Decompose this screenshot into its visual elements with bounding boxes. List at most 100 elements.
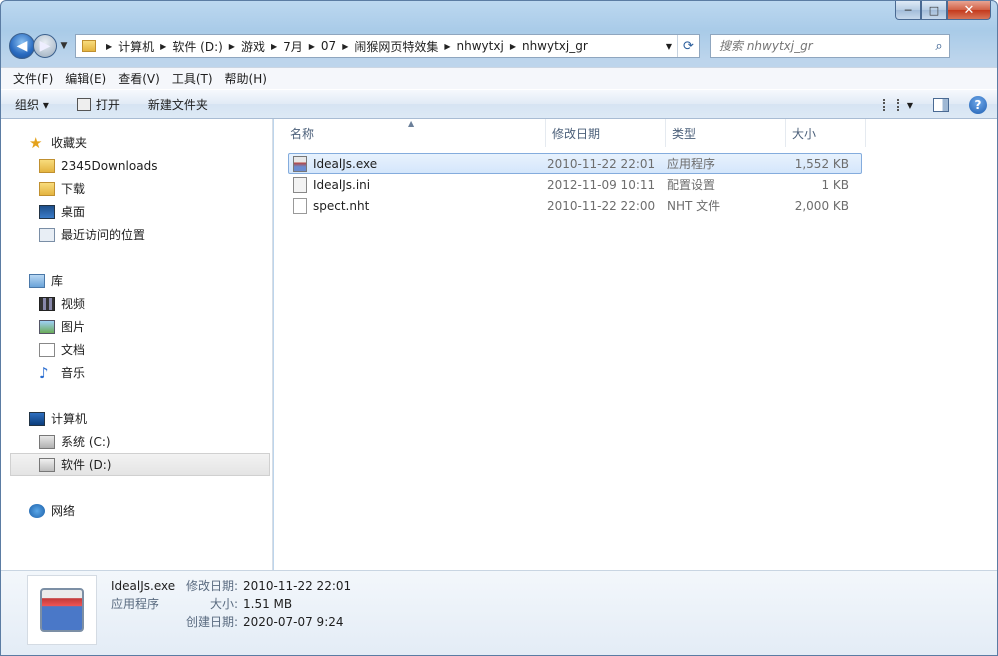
search-input[interactable] <box>711 36 929 56</box>
details-created-value: 2020-07-07 9:24 <box>243 615 344 629</box>
downloads-folder-icon <box>39 181 55 196</box>
minimize-button[interactable]: ─ <box>895 1 921 20</box>
menu-view[interactable]: 查看(V) <box>118 70 160 87</box>
details-file-name: IdealJs.exe <box>111 579 176 593</box>
details-pane: IdealJs.exe 修改日期: 2010-11-22 22:01 应用程序 … <box>1 570 997 655</box>
nav-documents[interactable]: 文档 <box>1 338 272 361</box>
search-icon[interactable]: ⌕ <box>929 39 949 54</box>
organize-button[interactable]: 组织 ▾ <box>15 96 49 113</box>
file-row[interactable]: IdealJs.ini 2012-11-09 10:11 配置设置 1 KB <box>288 174 862 195</box>
new-folder-button[interactable]: 新建文件夹 <box>148 96 208 113</box>
open-button[interactable]: 打开 <box>76 96 120 113</box>
recent-pages-dropdown[interactable]: ▼ <box>57 41 71 51</box>
nav-item-label: 桌面 <box>61 205 86 219</box>
details-size-label: 大小: <box>209 597 238 611</box>
preview-pane-icon[interactable] <box>933 98 949 112</box>
nav-item-label: 图片 <box>61 320 86 334</box>
change-view-icon[interactable] <box>882 99 899 111</box>
maximize-button[interactable]: □ <box>921 1 947 20</box>
address-row: ◀ ▶ ▼ ▶ 计算机 ▶ 软件 (D:) ▶ 游戏 ▶ 7月 ▶ 07 ▶ 闹… <box>9 31 989 61</box>
breadcrumb-separator-icon[interactable]: ▶ <box>100 42 118 51</box>
nav-drive-c[interactable]: 系统 (C:) <box>1 430 272 453</box>
nav-item-label: 最近访问的位置 <box>61 228 146 242</box>
column-date-label: 修改日期 <box>552 126 601 141</box>
file-date: 2010-11-22 22:00 <box>547 198 656 213</box>
close-button[interactable]: ✕ <box>947 1 991 20</box>
open-icon <box>76 97 91 111</box>
breadcrumb-separator-icon[interactable]: ▶ <box>154 42 172 51</box>
column-date[interactable]: 修改日期 <box>546 119 666 147</box>
column-type[interactable]: 类型 <box>666 119 786 147</box>
nav-item-label: 下载 <box>61 182 86 196</box>
nav-drive-d[interactable]: 软件 (D:) <box>10 453 270 476</box>
breadcrumb-effects[interactable]: 闹猴网页特效集 <box>354 38 438 55</box>
file-type: 应用程序 <box>667 157 716 171</box>
file-size: 1 KB <box>821 177 849 192</box>
library-icon <box>29 273 45 288</box>
file-thumbnail <box>27 575 97 645</box>
breadcrumb-separator-icon[interactable]: ▶ <box>438 42 456 51</box>
nav-item-label: 系统 (C:) <box>61 435 111 449</box>
nav-favorites[interactable]: ★ 收藏夹 <box>1 131 272 154</box>
caption-buttons: ─ □ ✕ <box>895 1 991 20</box>
nav-music[interactable]: ♪ 音乐 <box>1 361 272 384</box>
help-icon[interactable]: ? <box>969 96 987 114</box>
explorer-window: ─ □ ✕ ◀ ▶ ▼ ▶ 计算机 ▶ 软件 (D:) ▶ 游戏 ▶ 7月 ▶ … <box>0 0 998 656</box>
folder-icon <box>39 158 55 173</box>
open-label: 打开 <box>95 97 120 112</box>
column-header: ▲ 名称 修改日期 类型 大小 <box>274 119 997 147</box>
back-button[interactable]: ◀ <box>9 33 35 59</box>
breadcrumb-july[interactable]: 7月 <box>283 38 303 55</box>
menu-help[interactable]: 帮助(H) <box>225 70 267 87</box>
nav-network[interactable]: 网络 <box>1 499 272 522</box>
breadcrumb-nhwytxj-gr[interactable]: nhwytxj_gr <box>522 39 588 53</box>
view-dropdown-icon[interactable]: ▼ <box>907 101 913 110</box>
nav-2345downloads[interactable]: 2345Downloads <box>1 154 272 177</box>
forward-button[interactable]: ▶ <box>33 34 57 58</box>
column-name[interactable]: ▲ 名称 <box>274 119 546 147</box>
nav-downloads[interactable]: 下载 <box>1 177 272 200</box>
breadcrumb-separator-icon[interactable]: ▶ <box>303 42 321 51</box>
column-size[interactable]: 大小 <box>786 119 866 147</box>
file-row[interactable]: spect.nht 2010-11-22 22:00 NHT 文件 2,000 … <box>288 195 862 216</box>
nav-libraries[interactable]: 库 <box>1 269 272 292</box>
nav-computer[interactable]: 计算机 <box>1 407 272 430</box>
menu-file[interactable]: 文件(F) <box>13 70 53 87</box>
nav-favorites-label: 收藏夹 <box>51 136 88 150</box>
file-type: 配置设置 <box>667 178 716 192</box>
nav-pictures[interactable]: 图片 <box>1 315 272 338</box>
nav-recent-places[interactable]: 最近访问的位置 <box>1 223 272 246</box>
menu-edit[interactable]: 编辑(E) <box>65 70 106 87</box>
breadcrumb-games[interactable]: 游戏 <box>241 38 265 55</box>
column-type-label: 类型 <box>672 126 697 141</box>
details-size-value: 1.51 MB <box>243 597 293 611</box>
computer-icon <box>29 411 45 426</box>
file-name: IdealJs.exe <box>313 156 378 171</box>
column-name-label: 名称 <box>290 126 315 141</box>
file-row[interactable]: IdealJs.exe 2010-11-22 22:01 应用程序 1,552 … <box>288 153 862 174</box>
nav-item-label: 2345Downloads <box>61 158 158 173</box>
pictures-icon <box>39 319 55 334</box>
music-icon: ♪ <box>39 363 49 382</box>
system-drive-icon <box>39 434 55 449</box>
column-size-label: 大小 <box>792 126 817 141</box>
breadcrumb-nhwytxj[interactable]: nhwytxj <box>457 39 504 53</box>
nav-desktop[interactable]: 桌面 <box>1 200 272 223</box>
details-file-kind: 应用程序 <box>111 597 160 611</box>
menu-tools[interactable]: 工具(T) <box>172 70 213 87</box>
breadcrumb-drive-d[interactable]: 软件 (D:) <box>172 38 222 55</box>
nav-videos[interactable]: 视频 <box>1 292 272 315</box>
breadcrumb-computer[interactable]: 计算机 <box>118 38 154 55</box>
nav-item-label: 视频 <box>61 297 86 311</box>
nav-libraries-label: 库 <box>51 274 64 288</box>
breadcrumb-separator-icon[interactable]: ▶ <box>504 42 522 51</box>
file-date: 2012-11-09 10:11 <box>547 177 656 192</box>
breadcrumb-separator-icon[interactable]: ▶ <box>265 42 283 51</box>
refresh-icon[interactable]: ⟳ <box>677 35 699 57</box>
address-bar[interactable]: ▶ 计算机 ▶ 软件 (D:) ▶ 游戏 ▶ 7月 ▶ 07 ▶ 闹猴网页特效集… <box>75 34 700 58</box>
file-list: ▲ 名称 修改日期 类型 大小 IdealJs.exe 2010-11-22 2… <box>274 119 997 570</box>
breadcrumb-separator-icon[interactable]: ▶ <box>336 42 354 51</box>
breadcrumb-separator-icon[interactable]: ▶ <box>223 42 241 51</box>
address-dropdown-icon[interactable]: ▼ <box>661 42 677 51</box>
breadcrumb-07[interactable]: 07 <box>321 39 336 53</box>
